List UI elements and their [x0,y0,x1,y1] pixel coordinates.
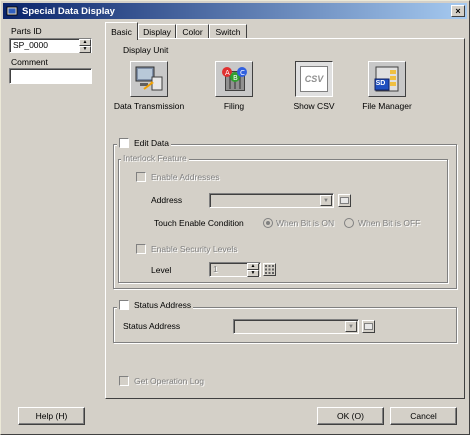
enable-addresses-checkbox[interactable] [136,172,146,182]
level-label: Level [151,265,172,275]
tab-switch[interactable]: Switch [209,24,247,39]
parts-id-value: SP_0000 [13,40,48,50]
address-dropdown[interactable]: ▼ [209,193,334,208]
close-icon[interactable]: × [451,5,465,17]
spin-down-icon[interactable]: ▼ [247,270,259,277]
spin-up-icon[interactable]: ▲ [247,263,259,270]
filing-icon: A B C [215,61,253,97]
parts-id-label: Parts ID [11,26,42,36]
address-label: Address [151,195,183,205]
enable-addresses-label: Enable Addresses [151,172,220,182]
comment-label: Comment [11,57,48,67]
get-operation-log-label: Get Operation Log [134,376,204,386]
window-title: Special Data Display [22,5,115,17]
chevron-down-icon[interactable]: ▼ [320,195,332,206]
ok-button[interactable]: OK (O) [317,407,384,425]
status-address-dropdown[interactable]: ▼ [233,319,359,334]
show-csv-icon: CSV [295,61,333,97]
status-address-caption: Status Address [117,299,194,311]
level-spinner[interactable]: ▲ ▼ [247,263,259,277]
unit-data-transmission[interactable]: Data Transmission [114,61,184,111]
radio-when-bit-off[interactable] [344,218,354,228]
edit-data-label: Edit Data [134,138,169,148]
status-address-checkbox[interactable] [119,300,129,310]
sd-card-text: SD [375,80,386,87]
edit-data-caption: Edit Data [117,137,171,149]
chevron-down-icon[interactable]: ▼ [345,321,357,332]
keypad-icon[interactable] [263,263,276,276]
level-value: 1 [213,264,218,274]
file-manager-icon: SD [368,61,406,97]
svg-text:B: B [233,74,238,82]
comment-field[interactable] [9,68,92,84]
radio-selected-dot [266,221,270,225]
spin-down-icon[interactable]: ▼ [79,46,91,53]
enable-security-checkbox[interactable] [136,244,146,254]
spin-up-icon[interactable]: ▲ [79,39,91,46]
address-browse-icon[interactable] [338,194,351,207]
unit-file-manager-label: File Manager [362,101,412,111]
status-address-group-label: Status Address [134,300,192,310]
title-bar: Special Data Display × [3,3,467,19]
radio-when-bit-on[interactable] [263,218,273,228]
touch-enable-label: Touch Enable Condition [154,218,244,228]
radio-when-bit-off-label: When Bit is OFF [358,218,421,228]
edit-data-checkbox[interactable] [119,138,129,148]
help-button[interactable]: Help (H) [18,407,85,425]
unit-filing[interactable]: A B C Filing [199,61,269,111]
parts-id-spinner[interactable]: ▲ ▼ [79,39,91,53]
display-unit-label: Display Unit [123,45,169,55]
cancel-button[interactable]: Cancel [390,407,457,425]
interlock-caption: Interlock Feature [121,153,189,163]
tab-color[interactable]: Color [176,24,209,39]
unit-file-manager[interactable]: SD File Manager [352,61,422,111]
app-icon [6,5,18,17]
tab-display[interactable]: Display [138,24,176,39]
radio-when-bit-on-label: When Bit is ON [276,218,335,228]
special-data-display-window: Special Data Display × Parts ID SP_0000 … [0,0,470,435]
unit-show-csv-label: Show CSV [293,101,335,111]
status-address-browse-icon[interactable] [362,320,375,333]
svg-text:A: A [225,69,230,77]
unit-data-transmission-label: Data Transmission [113,101,185,111]
tab-basic[interactable]: Basic [105,22,138,40]
unit-show-csv[interactable]: CSV Show CSV [279,61,349,111]
data-transmission-icon [130,61,168,97]
basic-tab-panel: Display Unit Data Transmission A B C Fil… [105,38,465,399]
csv-sheet: CSV [300,66,328,92]
get-operation-log-checkbox[interactable] [119,376,129,386]
enable-security-label: Enable Security Levels [151,244,238,254]
svg-text:C: C [240,69,245,77]
status-address-field-label: Status Address [123,321,181,331]
unit-filing-label: Filing [223,101,245,111]
